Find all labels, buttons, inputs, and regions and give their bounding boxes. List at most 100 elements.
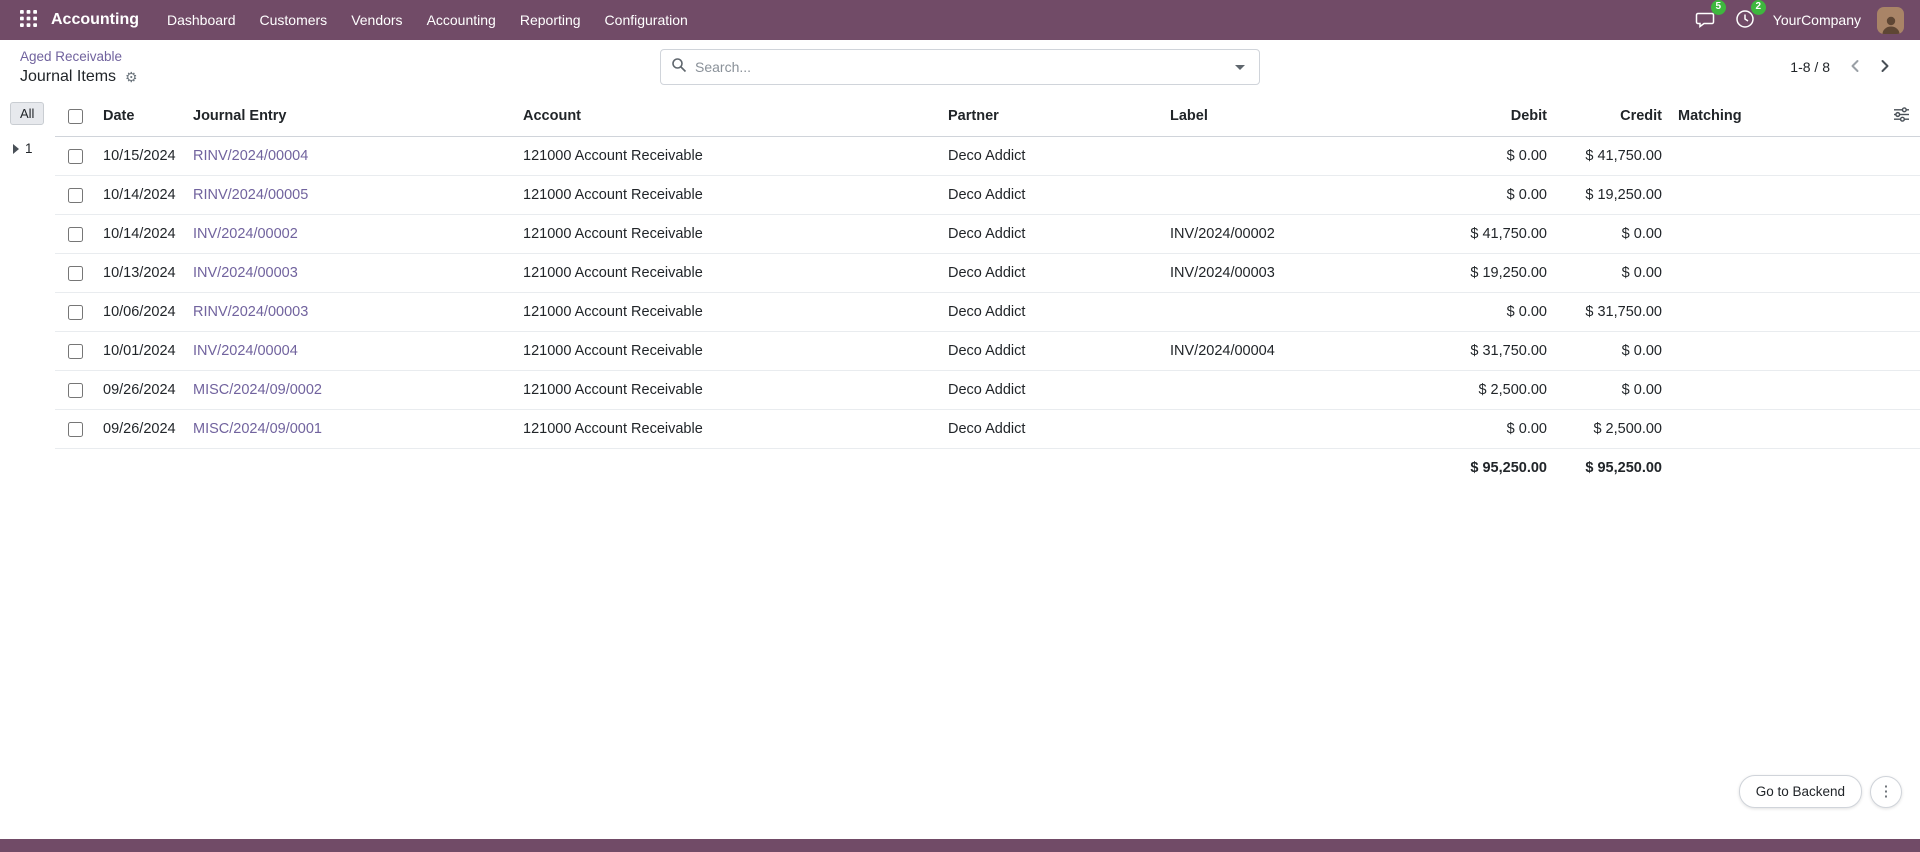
row-checkbox[interactable]: [68, 227, 83, 242]
table-row[interactable]: 10/01/2024 INV/2024/00004 121000 Account…: [55, 332, 1920, 371]
table-row[interactable]: 10/13/2024 INV/2024/00003 121000 Account…: [55, 254, 1920, 293]
row-checkbox[interactable]: [68, 344, 83, 359]
navbar-right: 5 2 YourCompany: [1693, 7, 1904, 34]
journal-entry-link[interactable]: INV/2024/00003: [193, 265, 298, 281]
cell-account: 121000 Account Receivable: [515, 215, 940, 254]
search-icon: [671, 57, 687, 78]
menu-dashboard[interactable]: Dashboard: [157, 5, 246, 35]
row-checkbox[interactable]: [68, 266, 83, 281]
app-name[interactable]: Accounting: [51, 11, 139, 29]
row-checkbox[interactable]: [68, 422, 83, 437]
cell-matching: [1670, 176, 1770, 215]
cell-credit: $ 0.00: [1555, 371, 1670, 410]
journal-entry-link[interactable]: INV/2024/00004: [193, 343, 298, 359]
apps-grid-icon: [20, 10, 37, 30]
row-checkbox[interactable]: [68, 188, 83, 203]
caret-right-icon: [13, 144, 19, 154]
cell-date: 10/01/2024: [95, 332, 185, 371]
column-header-debit[interactable]: Debit: [1420, 96, 1555, 137]
pager-previous-button[interactable]: [1840, 53, 1870, 82]
top-navbar: Accounting Dashboard Customers Vendors A…: [0, 0, 1920, 40]
cell-matching: [1670, 293, 1770, 332]
search-bar[interactable]: [660, 49, 1260, 85]
menu-accounting[interactable]: Accounting: [417, 5, 506, 35]
control-panel: Aged Receivable Journal Items ⚙: [0, 40, 1920, 96]
page-title: Journal Items: [20, 68, 116, 86]
menu-reporting[interactable]: Reporting: [510, 5, 591, 35]
main-content: All 1 Date Journal Entry Account Partner: [0, 96, 1920, 839]
cell-debit: $ 0.00: [1420, 410, 1555, 449]
journal-entry-link[interactable]: MISC/2024/09/0002: [193, 382, 322, 398]
cell-matching: [1670, 410, 1770, 449]
apps-menu-button[interactable]: [16, 6, 41, 34]
cell-date: 10/14/2024: [95, 176, 185, 215]
messages-button[interactable]: 5: [1693, 7, 1717, 34]
column-header-journal-entry[interactable]: Journal Entry: [185, 96, 515, 137]
chevron-down-icon: [1235, 65, 1245, 70]
cell-journal-entry: MISC/2024/09/0001: [185, 410, 515, 449]
user-avatar[interactable]: [1877, 7, 1904, 34]
column-header-credit[interactable]: Credit: [1555, 96, 1670, 137]
menu-configuration[interactable]: Configuration: [595, 5, 698, 35]
menu-customers[interactable]: Customers: [250, 5, 338, 35]
cell-matching: [1670, 254, 1770, 293]
total-credit: $ 95,250.00: [1555, 449, 1670, 488]
table-header-row: Date Journal Entry Account Partner Label…: [55, 96, 1920, 137]
journal-entry-link[interactable]: MISC/2024/09/0001: [193, 421, 322, 437]
chevron-right-icon: [1878, 58, 1892, 77]
adjust-columns-button[interactable]: [1891, 105, 1912, 127]
journal-entry-link[interactable]: RINV/2024/00005: [193, 187, 308, 203]
more-options-button[interactable]: ⋮: [1870, 776, 1902, 808]
column-header-account[interactable]: Account: [515, 96, 940, 137]
table-row[interactable]: 09/26/2024 MISC/2024/09/0002 121000 Acco…: [55, 371, 1920, 410]
cell-journal-entry: INV/2024/00002: [185, 215, 515, 254]
cell-debit: $ 31,750.00: [1420, 332, 1555, 371]
breadcrumb-aged-receivable[interactable]: Aged Receivable: [20, 49, 122, 64]
total-debit: $ 95,250.00: [1420, 449, 1555, 488]
table-row[interactable]: 10/14/2024 INV/2024/00002 121000 Account…: [55, 215, 1920, 254]
journal-entry-link[interactable]: INV/2024/00002: [193, 226, 298, 242]
table-row[interactable]: 10/14/2024 RINV/2024/00005 121000 Accoun…: [55, 176, 1920, 215]
group-expander[interactable]: 1: [13, 141, 55, 156]
cell-label: [1162, 176, 1420, 215]
search-dropdown-toggle[interactable]: [1227, 59, 1253, 76]
floating-actions: Go to Backend ⋮: [1739, 775, 1902, 808]
activities-button[interactable]: 2: [1733, 7, 1757, 34]
company-switcher[interactable]: YourCompany: [1773, 12, 1861, 28]
cell-account: 121000 Account Receivable: [515, 371, 940, 410]
cell-journal-entry: INV/2024/00003: [185, 254, 515, 293]
column-header-partner[interactable]: Partner: [940, 96, 1162, 137]
go-to-backend-button[interactable]: Go to Backend: [1739, 775, 1862, 808]
row-checkbox[interactable]: [68, 383, 83, 398]
column-header-label[interactable]: Label: [1162, 96, 1420, 137]
journal-entry-link[interactable]: RINV/2024/00003: [193, 304, 308, 320]
menu-vendors[interactable]: Vendors: [341, 5, 412, 35]
activities-badge: 2: [1751, 0, 1766, 15]
cell-date: 10/14/2024: [95, 215, 185, 254]
cell-date: 10/06/2024: [95, 293, 185, 332]
cell-label: INV/2024/00002: [1162, 215, 1420, 254]
journal-entry-link[interactable]: RINV/2024/00004: [193, 148, 308, 164]
tab-all[interactable]: All: [10, 102, 44, 125]
cell-account: 121000 Account Receivable: [515, 332, 940, 371]
pager-next-button[interactable]: [1870, 53, 1900, 82]
cell-account: 121000 Account Receivable: [515, 254, 940, 293]
table-row[interactable]: 10/15/2024 RINV/2024/00004 121000 Accoun…: [55, 137, 1920, 176]
cell-matching: [1670, 215, 1770, 254]
journal-items-body: 10/15/2024 RINV/2024/00004 121000 Accoun…: [55, 137, 1920, 449]
row-checkbox[interactable]: [68, 149, 83, 164]
column-header-date[interactable]: Date: [95, 96, 185, 137]
cell-matching: [1670, 332, 1770, 371]
table-row[interactable]: 09/26/2024 MISC/2024/09/0001 121000 Acco…: [55, 410, 1920, 449]
cell-credit: $ 19,250.00: [1555, 176, 1670, 215]
gear-icon: ⚙: [125, 69, 138, 85]
row-checkbox[interactable]: [68, 305, 83, 320]
table-row[interactable]: 10/06/2024 RINV/2024/00003 121000 Accoun…: [55, 293, 1920, 332]
actions-menu-button[interactable]: ⚙: [123, 68, 140, 86]
cell-debit: $ 19,250.00: [1420, 254, 1555, 293]
column-header-matching[interactable]: Matching: [1670, 96, 1770, 137]
cell-account: 121000 Account Receivable: [515, 293, 940, 332]
cell-partner: Deco Addict: [940, 293, 1162, 332]
select-all-checkbox[interactable]: [68, 109, 83, 124]
search-input[interactable]: [695, 59, 1227, 75]
